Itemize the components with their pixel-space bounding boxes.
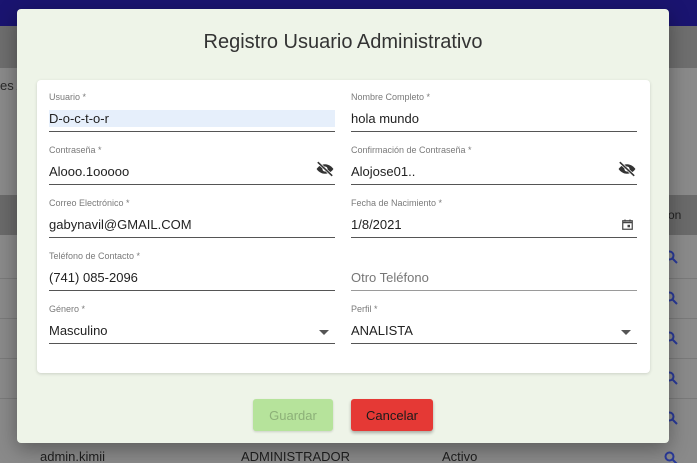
otro-telefono-field[interactable]: Otro Teléfono [351, 251, 637, 299]
row-user: admin.kimii [40, 449, 106, 463]
correo-label: Correo Electrónico * [49, 198, 130, 208]
contrasena-label: Contraseña * [49, 145, 102, 155]
telefono-field[interactable]: Teléfono de Contacto * (741) 085-2096 [49, 251, 335, 299]
chevron-down-icon[interactable] [319, 330, 329, 335]
eye-off-icon[interactable] [617, 161, 637, 177]
field-underline [49, 290, 335, 291]
register-admin-dialog: Registro Usuario Administrativo Usuario … [17, 9, 669, 443]
genero-select[interactable]: Género * Masculino [49, 304, 335, 352]
telefono-label: Teléfono de Contacto * [49, 251, 141, 261]
field-underline [351, 343, 637, 344]
field-underline [351, 237, 637, 238]
row-profile: ADMINISTRADOR [241, 449, 351, 463]
dialog-title: Registro Usuario Administrativo [203, 31, 483, 53]
nombre-input[interactable]: hola mundo [351, 111, 419, 126]
genero-value[interactable]: Masculino [49, 323, 108, 338]
table-header-actions: on [668, 208, 682, 222]
contrasena-input[interactable]: Alooo.1ooooo [49, 164, 129, 179]
form-card: Usuario * D-o-c-t-o-r Nombre Completo * … [37, 80, 650, 373]
field-underline [49, 184, 335, 185]
row-status: Activo [442, 449, 478, 463]
chevron-down-icon[interactable] [621, 330, 631, 335]
field-underline [351, 131, 637, 132]
field-underline [351, 290, 637, 291]
perfil-value[interactable]: ANALISTA [351, 323, 413, 338]
nombre-label: Nombre Completo * [351, 92, 431, 102]
field-underline [49, 131, 335, 132]
perfil-select[interactable]: Perfil * ANALISTA [351, 304, 637, 352]
perfil-label: Perfil * [351, 304, 378, 314]
field-underline [49, 237, 335, 238]
usuario-label: Usuario * [49, 92, 87, 102]
eye-off-icon[interactable] [315, 161, 335, 177]
cancel-button[interactable]: Cancelar [351, 399, 433, 431]
usuario-input[interactable]: D-o-c-t-o-r [49, 111, 109, 126]
field-underline [49, 343, 335, 344]
usuario-field[interactable]: Usuario * D-o-c-t-o-r [49, 92, 335, 140]
fecha-nacimiento-field[interactable]: Fecha de Nacimiento * 1/8/2021 [351, 198, 637, 246]
correo-input[interactable]: gabynavil@GMAIL.COM [49, 217, 192, 232]
correo-field[interactable]: Correo Electrónico * gabynavil@GMAIL.COM [49, 198, 335, 246]
fecha-label: Fecha de Nacimiento * [351, 198, 443, 208]
confirmacion-input[interactable]: Alojose01.. [351, 164, 415, 179]
contrasena-field[interactable]: Contraseña * Alooo.1ooooo [49, 145, 335, 193]
telefono-input[interactable]: (741) 085-2096 [49, 270, 138, 285]
field-underline [351, 184, 637, 185]
save-button[interactable]: Guardar [253, 399, 333, 431]
confirmacion-field[interactable]: Confirmación de Contraseña * Alojose01.. [351, 145, 637, 193]
nombre-completo-field[interactable]: Nombre Completo * hola mundo [351, 92, 637, 140]
otro-telefono-input[interactable]: Otro Teléfono [351, 270, 429, 285]
fecha-input[interactable]: 1/8/2021 [351, 217, 402, 232]
confirmacion-label: Confirmación de Contraseña * [351, 145, 472, 155]
search-icon[interactable] [664, 451, 678, 463]
calendar-icon[interactable] [622, 219, 633, 230]
genero-label: Género * [49, 304, 86, 314]
